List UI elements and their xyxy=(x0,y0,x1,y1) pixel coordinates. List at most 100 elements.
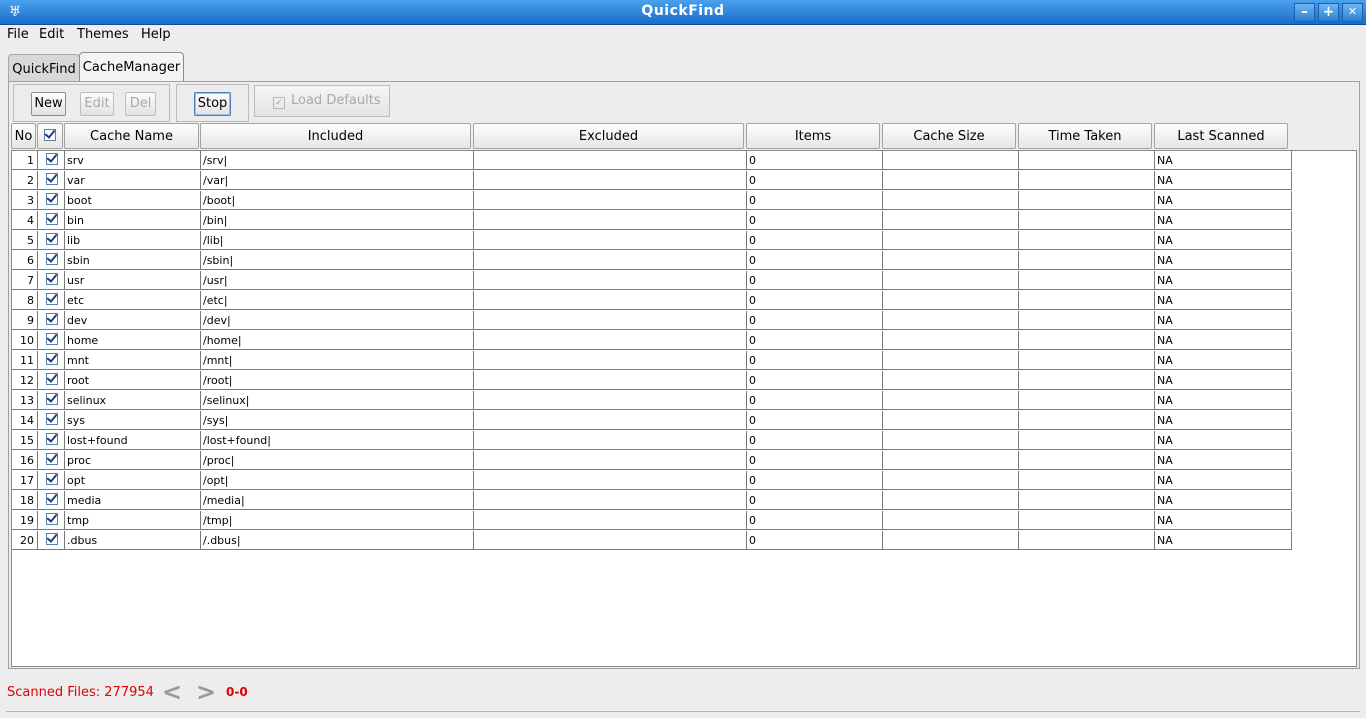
checkbox-checked-icon[interactable] xyxy=(46,413,58,425)
last-scanned-cell: NA xyxy=(1155,391,1292,410)
table-row[interactable]: 20 .dbus/.dbus| 0 NA xyxy=(12,531,1293,551)
table-row[interactable]: 12 root/root| 0 NA xyxy=(12,371,1293,391)
table-row[interactable]: 13 selinux/selinux| 0 NA xyxy=(12,391,1293,411)
checkbox-checked-icon[interactable] xyxy=(46,473,58,485)
row-enabled-checkbox[interactable] xyxy=(38,291,65,310)
checkbox-checked-icon[interactable] xyxy=(46,393,58,405)
column-header-cache-name[interactable]: Cache Name xyxy=(64,123,199,149)
stop-button[interactable]: Stop xyxy=(194,92,231,116)
row-enabled-checkbox[interactable] xyxy=(38,391,65,410)
checkbox-checked-icon[interactable] xyxy=(46,253,58,265)
included-cell: /.dbus| xyxy=(201,531,474,550)
column-header-cache-size[interactable]: Cache Size xyxy=(882,123,1016,149)
row-enabled-checkbox[interactable] xyxy=(38,411,65,430)
menu-help[interactable]: Help xyxy=(141,27,171,42)
cache-table[interactable]: 1 srv/srv| 0 NA 2 var/var| 0 NA 3 boot/boot| 0 NA 4 b… xyxy=(11,150,1357,667)
select-all-checkbox[interactable] xyxy=(44,129,56,141)
row-enabled-checkbox[interactable] xyxy=(38,171,65,190)
items-cell: 0 xyxy=(747,231,883,250)
checkbox-checked-icon[interactable] xyxy=(46,213,58,225)
table-row[interactable]: 17 opt/opt| 0 NA xyxy=(12,471,1293,491)
table-row[interactable]: 6 sbin/sbin| 0 NA xyxy=(12,251,1293,271)
column-header-select-all[interactable] xyxy=(37,123,63,149)
row-enabled-checkbox[interactable] xyxy=(38,451,65,470)
excluded-cell xyxy=(474,351,747,370)
table-row[interactable]: 19 tmp/tmp| 0 NA xyxy=(12,511,1293,531)
maximize-button[interactable]: + xyxy=(1318,3,1339,22)
row-enabled-checkbox[interactable] xyxy=(38,531,65,550)
column-header-time-taken[interactable]: Time Taken xyxy=(1018,123,1152,149)
stop-button-group: Stop xyxy=(176,84,249,122)
row-enabled-checkbox[interactable] xyxy=(38,331,65,350)
next-page-icon[interactable]: > xyxy=(196,678,216,706)
row-number: 19 xyxy=(12,511,38,530)
table-row[interactable]: 11 mnt/mnt| 0 NA xyxy=(12,351,1293,371)
checkbox-checked-icon[interactable] xyxy=(46,453,58,465)
checkbox-checked-icon[interactable] xyxy=(46,313,58,325)
checkbox-checked-icon[interactable] xyxy=(46,153,58,165)
menu-edit[interactable]: Edit xyxy=(39,27,64,42)
load-defaults-button[interactable]: ✓ Load Defaults xyxy=(254,85,390,117)
row-number: 17 xyxy=(12,471,38,490)
column-header-no[interactable]: No xyxy=(11,123,36,149)
column-header-excluded[interactable]: Excluded xyxy=(473,123,744,149)
checkbox-checked-icon[interactable] xyxy=(46,513,58,525)
items-cell: 0 xyxy=(747,431,883,450)
row-enabled-checkbox[interactable] xyxy=(38,351,65,370)
checkbox-checked-icon[interactable] xyxy=(46,173,58,185)
del-button[interactable]: Del xyxy=(125,92,156,116)
column-header-included[interactable]: Included xyxy=(200,123,471,149)
table-row[interactable]: 14 sys/sys| 0 NA xyxy=(12,411,1293,431)
close-button[interactable]: ✕ xyxy=(1342,3,1363,22)
row-enabled-checkbox[interactable] xyxy=(38,491,65,510)
time-taken-cell xyxy=(1019,311,1155,330)
row-enabled-checkbox[interactable] xyxy=(38,251,65,270)
column-header-last-scanned[interactable]: Last Scanned xyxy=(1154,123,1288,149)
checkbox-checked-icon[interactable] xyxy=(46,373,58,385)
checkbox-checked-icon[interactable] xyxy=(46,333,58,345)
edit-button[interactable]: Edit xyxy=(80,92,114,116)
table-row[interactable]: 1 srv/srv| 0 NA xyxy=(12,151,1293,171)
table-row[interactable]: 2 var/var| 0 NA xyxy=(12,171,1293,191)
row-enabled-checkbox[interactable] xyxy=(38,431,65,450)
row-enabled-checkbox[interactable] xyxy=(38,311,65,330)
row-enabled-checkbox[interactable] xyxy=(38,511,65,530)
checkbox-checked-icon[interactable] xyxy=(46,353,58,365)
table-row[interactable]: 10 home/home| 0 NA xyxy=(12,331,1293,351)
table-row[interactable]: 5 lib/lib| 0 NA xyxy=(12,231,1293,251)
checkbox-checked-icon[interactable] xyxy=(46,433,58,445)
row-enabled-checkbox[interactable] xyxy=(38,371,65,390)
table-row[interactable]: 8 etc/etc| 0 NA xyxy=(12,291,1293,311)
checkbox-checked-icon[interactable] xyxy=(46,273,58,285)
checkbox-checked-icon[interactable] xyxy=(46,493,58,505)
time-taken-cell xyxy=(1019,511,1155,530)
table-row[interactable]: 18 media/media| 0 NA xyxy=(12,491,1293,511)
row-enabled-checkbox[interactable] xyxy=(38,271,65,290)
column-header-items[interactable]: Items xyxy=(746,123,880,149)
checkbox-checked-icon[interactable] xyxy=(46,193,58,205)
table-row[interactable]: 16 proc/proc| 0 NA xyxy=(12,451,1293,471)
minimize-button[interactable]: – xyxy=(1294,3,1315,22)
new-button[interactable]: New xyxy=(31,92,66,116)
table-row[interactable]: 9 dev/dev| 0 NA xyxy=(12,311,1293,331)
menu-file[interactable]: File xyxy=(7,27,29,42)
table-row[interactable]: 15 lost+found/lost+found| 0 NA xyxy=(12,431,1293,451)
table-row[interactable]: 3 boot/boot| 0 NA xyxy=(12,191,1293,211)
row-enabled-checkbox[interactable] xyxy=(38,471,65,490)
checkbox-checked-icon[interactable] xyxy=(46,533,58,545)
checkbox-checked-icon[interactable] xyxy=(46,233,58,245)
menu-themes[interactable]: Themes xyxy=(77,27,129,42)
row-enabled-checkbox[interactable] xyxy=(38,151,65,170)
tab-cachemanager[interactable]: CacheManager xyxy=(79,52,184,82)
items-cell: 0 xyxy=(747,271,883,290)
excluded-cell xyxy=(474,311,747,330)
prev-page-icon[interactable]: < xyxy=(162,678,182,706)
table-row[interactable]: 7 usr/usr| 0 NA xyxy=(12,271,1293,291)
row-enabled-checkbox[interactable] xyxy=(38,211,65,230)
row-enabled-checkbox[interactable] xyxy=(38,191,65,210)
table-row[interactable]: 4 bin/bin| 0 NA xyxy=(12,211,1293,231)
row-enabled-checkbox[interactable] xyxy=(38,231,65,250)
checkbox-checked-icon[interactable] xyxy=(46,293,58,305)
tab-quickfind[interactable]: QuickFind xyxy=(8,54,80,81)
excluded-cell xyxy=(474,371,747,390)
